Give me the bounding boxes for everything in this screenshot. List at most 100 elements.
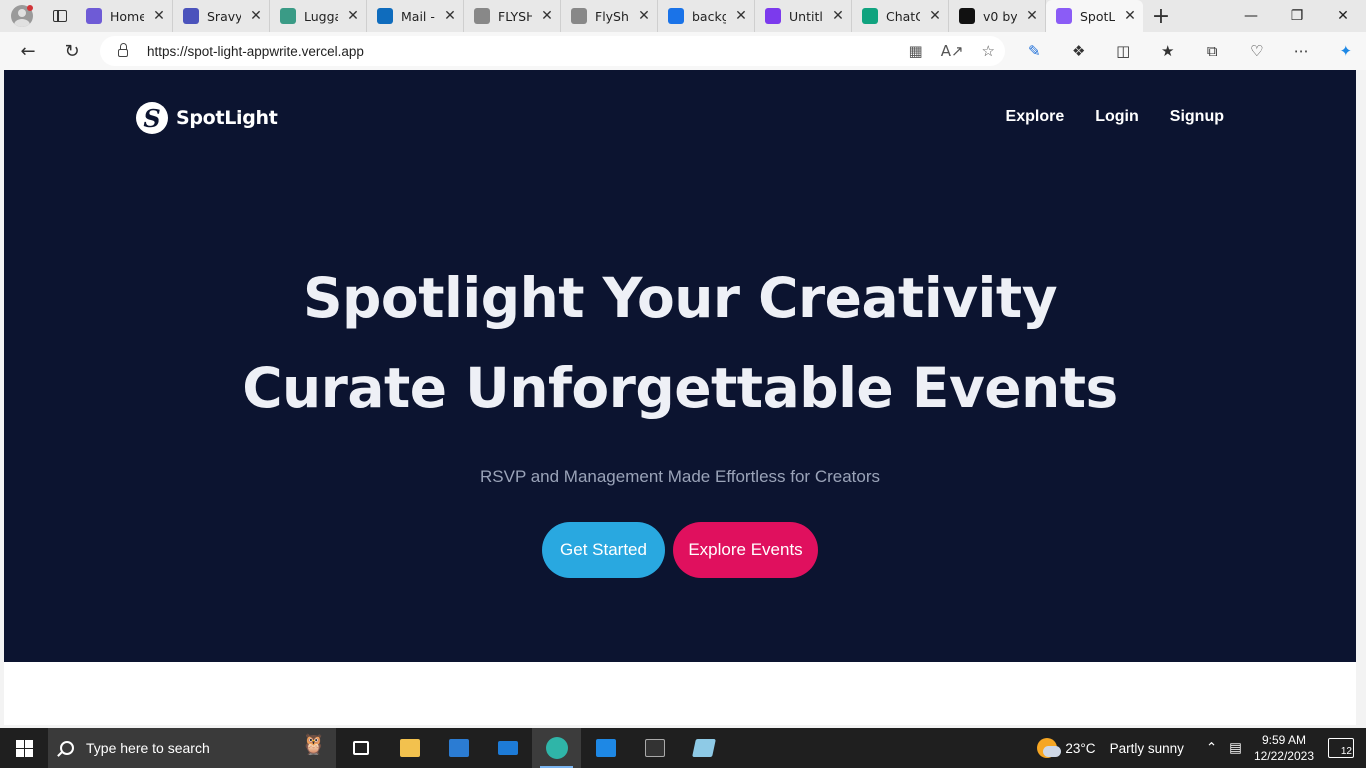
close-tab-icon[interactable]: ✕ xyxy=(637,8,651,24)
extensions-icon[interactable]: ❖ xyxy=(1057,32,1102,70)
close-tab-icon[interactable]: ✕ xyxy=(152,8,166,24)
notes-app-button[interactable] xyxy=(679,728,728,768)
refresh-button[interactable]: ↻ xyxy=(50,32,94,70)
settings-more-icon[interactable]: ⋯ xyxy=(1279,32,1324,70)
close-tab-icon[interactable]: ✕ xyxy=(346,8,360,24)
get-started-button[interactable]: Get Started xyxy=(542,522,665,578)
restore-button[interactable]: ❐ xyxy=(1274,0,1320,32)
notes-icon xyxy=(691,739,716,757)
windows-taskbar: Type here to search 🦉 23°C Partly sunny … xyxy=(0,728,1366,768)
close-tab-icon[interactable]: ✕ xyxy=(249,8,263,24)
address-bar-row: ← ↻ https://spot-light-appwrite.vercel.a… xyxy=(0,32,1366,70)
weather-widget[interactable]: 23°C Partly sunny xyxy=(1037,738,1184,758)
split-screen-icon[interactable]: ◫ xyxy=(1101,32,1146,70)
terminal-icon xyxy=(644,739,665,757)
page-icon xyxy=(571,8,587,24)
spotlight-icon xyxy=(1056,8,1072,24)
close-tab-icon[interactable]: ✕ xyxy=(831,8,845,24)
close-tab-icon[interactable]: ✕ xyxy=(443,8,457,24)
tab-actions-button[interactable] xyxy=(44,0,76,32)
search-icon xyxy=(60,741,74,755)
hero-headline-line2: Curate Unforgettable Events xyxy=(242,356,1118,420)
browser-tab[interactable]: FlySha ✕ xyxy=(561,0,658,32)
browser-tab[interactable]: v0 by ✕ xyxy=(949,0,1046,32)
url-text[interactable]: https://spot-light-appwrite.vercel.app xyxy=(147,44,364,59)
tab-title: Home xyxy=(110,8,144,24)
back-button[interactable]: ← xyxy=(6,32,50,70)
folder-icon xyxy=(399,739,420,757)
weather-desc: Partly sunny xyxy=(1109,740,1184,756)
clock[interactable]: 9:59 AM 12/22/2023 xyxy=(1254,732,1314,764)
app-available-icon[interactable]: ▦ xyxy=(909,42,923,60)
close-window-button[interactable]: ✕ xyxy=(1320,0,1366,32)
browser-tab[interactable]: Untitl ✕ xyxy=(755,0,852,32)
address-bar[interactable]: https://spot-light-appwrite.vercel.app ▦… xyxy=(100,36,1005,66)
search-highlight-owl-icon: 🦉 xyxy=(301,734,326,756)
network-icon[interactable]: ▤ xyxy=(1229,740,1242,756)
mail-app-button[interactable] xyxy=(483,728,532,768)
close-tab-icon[interactable]: ✕ xyxy=(1025,8,1039,24)
pen-extension-icon[interactable]: ✎ xyxy=(1012,32,1057,70)
browser-tab[interactable]: Mail - ✕ xyxy=(367,0,464,32)
hero-subheading: RSVP and Management Made Effortless for … xyxy=(479,467,880,486)
browser-tab[interactable]: FLYSH ✕ xyxy=(464,0,561,32)
partly-sunny-icon xyxy=(1037,738,1062,758)
vscode-button[interactable] xyxy=(581,728,630,768)
notification-count: 12 xyxy=(1340,746,1352,757)
brand-name: SpotLight xyxy=(176,107,278,129)
profile-button[interactable] xyxy=(0,0,44,32)
vscode-icon xyxy=(595,739,616,757)
copilot-icon xyxy=(86,8,102,24)
spotlight-logo-icon: S xyxy=(136,102,168,134)
task-view-button[interactable] xyxy=(336,728,385,768)
start-button[interactable] xyxy=(0,728,48,768)
browser-tab[interactable]: Sravya ✕ xyxy=(173,0,270,32)
nav-signup-link[interactable]: Signup xyxy=(1170,108,1224,126)
browser-tab[interactable]: Home ✕ xyxy=(76,0,173,32)
copilot-icon[interactable]: ✦ xyxy=(1324,32,1366,70)
file-explorer-button[interactable] xyxy=(385,728,434,768)
browser-tab-bar: Home✕Sravya✕Lugga✕Mail -✕FLYSH✕FlySha✕ba… xyxy=(0,0,1366,32)
notification-center-button[interactable]: 12 xyxy=(1328,738,1354,758)
browser-tab[interactable]: Lugga ✕ xyxy=(270,0,367,32)
terminal-button[interactable] xyxy=(630,728,679,768)
tab-title: Sravya xyxy=(207,8,241,24)
close-tab-icon[interactable]: ✕ xyxy=(1123,8,1137,24)
chatgpt-icon xyxy=(862,8,878,24)
top-nav: Explore Login Signup xyxy=(1006,108,1224,126)
browser-tab[interactable]: backg ✕ xyxy=(658,0,755,32)
tab-strip: Home✕Sravya✕Lugga✕Mail -✕FLYSH✕FlySha✕ba… xyxy=(76,0,1143,32)
favorite-star-icon[interactable]: ☆ xyxy=(982,42,995,60)
microsoft-store-button[interactable] xyxy=(434,728,483,768)
nav-login-link[interactable]: Login xyxy=(1095,108,1139,126)
v0-icon xyxy=(959,8,975,24)
edge-icon xyxy=(545,737,568,759)
close-tab-icon[interactable]: ✕ xyxy=(734,8,748,24)
favorites-icon[interactable]: ★ xyxy=(1146,32,1191,70)
minimize-button[interactable]: — xyxy=(1228,0,1274,32)
browser-essentials-icon[interactable]: ♡ xyxy=(1235,32,1280,70)
plane-icon xyxy=(474,8,490,24)
read-aloud-icon[interactable]: A↗ xyxy=(941,42,964,60)
weather-temp: 23°C xyxy=(1065,740,1096,756)
tab-title: FlySha xyxy=(595,8,629,24)
close-tab-icon[interactable]: ✕ xyxy=(540,8,554,24)
brand-logo[interactable]: S SpotLight xyxy=(136,102,278,134)
explore-events-button[interactable]: Explore Events xyxy=(673,522,818,578)
lock-icon xyxy=(118,43,128,57)
close-tab-icon[interactable]: ✕ xyxy=(928,8,942,24)
show-hidden-icons-chevron-icon[interactable]: ⌃ xyxy=(1206,740,1217,756)
taskbar-search-box[interactable]: Type here to search 🦉 xyxy=(48,728,336,768)
hero-headline-line1: Spotlight Your Creativity xyxy=(302,266,1058,330)
nav-explore-link[interactable]: Explore xyxy=(1006,108,1065,126)
browser-tab[interactable]: SpotL ✕ xyxy=(1046,0,1143,32)
task-view-icon xyxy=(352,741,369,755)
collections-icon[interactable]: ⧉ xyxy=(1190,32,1235,70)
browser-tab[interactable]: ChatG ✕ xyxy=(852,0,949,32)
tab-title: ChatG xyxy=(886,8,920,24)
edge-browser-button[interactable] xyxy=(532,728,581,768)
new-tab-button[interactable]: + xyxy=(1143,0,1179,32)
store-icon xyxy=(448,739,469,757)
tab-title: v0 by xyxy=(983,8,1017,24)
tab-title: Lugga xyxy=(304,8,338,24)
